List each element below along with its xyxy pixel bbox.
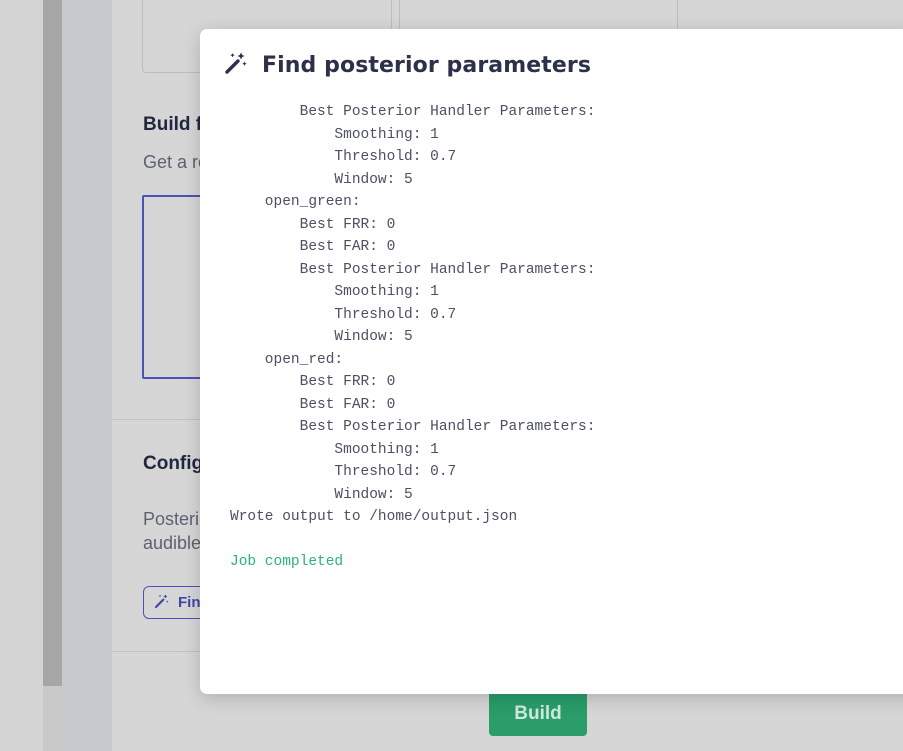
log-line: Window: 5 — [230, 329, 413, 345]
magic-wand-icon — [224, 51, 248, 80]
log-line: Threshold: 0.7 — [230, 149, 457, 165]
log-line: Best FRR: 0 — [230, 374, 396, 390]
log-line: Best FRR: 0 — [230, 216, 396, 233]
log-line: open_red: — [230, 351, 344, 368]
magic-wand-icon — [154, 593, 170, 613]
config-section-title: Config — [143, 453, 204, 474]
log-line: Threshold: 0.7 — [230, 306, 457, 323]
log-line: Threshold: 0.7 — [230, 464, 457, 480]
log-line: Wrote output to /home/output.json — [230, 509, 518, 525]
modal-header: Find posterior parameters — [224, 51, 591, 80]
sidebar — [62, 0, 112, 751]
modal-title: Find posterior parameters — [262, 53, 592, 78]
find-posterior-button-label: Fin — [178, 594, 201, 611]
log-line: Smoothing: 1 — [230, 284, 439, 300]
left-rail — [43, 0, 62, 686]
log-line: Best Posterior Handler Parameters: — [230, 261, 596, 278]
log-line: Best Posterior Handler Parameters: — [230, 419, 596, 435]
log-line: Best Posterior Handler Parameters: — [230, 104, 596, 120]
config-section-description-line2: audible — [143, 533, 202, 553]
job-output-log: Best Posterior Handler Parameters: Smoot… — [230, 101, 595, 574]
log-line: Smoothing: 1 — [230, 126, 439, 143]
config-section-description-line1: Posteri — [143, 509, 200, 529]
log-line: Smoothing: 1 — [230, 441, 439, 458]
log-line: open_green: — [230, 194, 361, 210]
log-line: Best FAR: 0 — [230, 239, 396, 255]
build-section-title: Build f — [143, 114, 203, 135]
left-rail-lower — [43, 686, 62, 751]
build-section-description: Get a re — [143, 152, 209, 172]
find-posterior-modal: Find posterior parameters Best Posterior… — [200, 29, 903, 694]
job-status: Job completed — [230, 554, 344, 570]
log-line: Window: 5 — [230, 486, 413, 503]
log-line: Window: 5 — [230, 171, 413, 188]
log-line: Best FAR: 0 — [230, 396, 396, 413]
